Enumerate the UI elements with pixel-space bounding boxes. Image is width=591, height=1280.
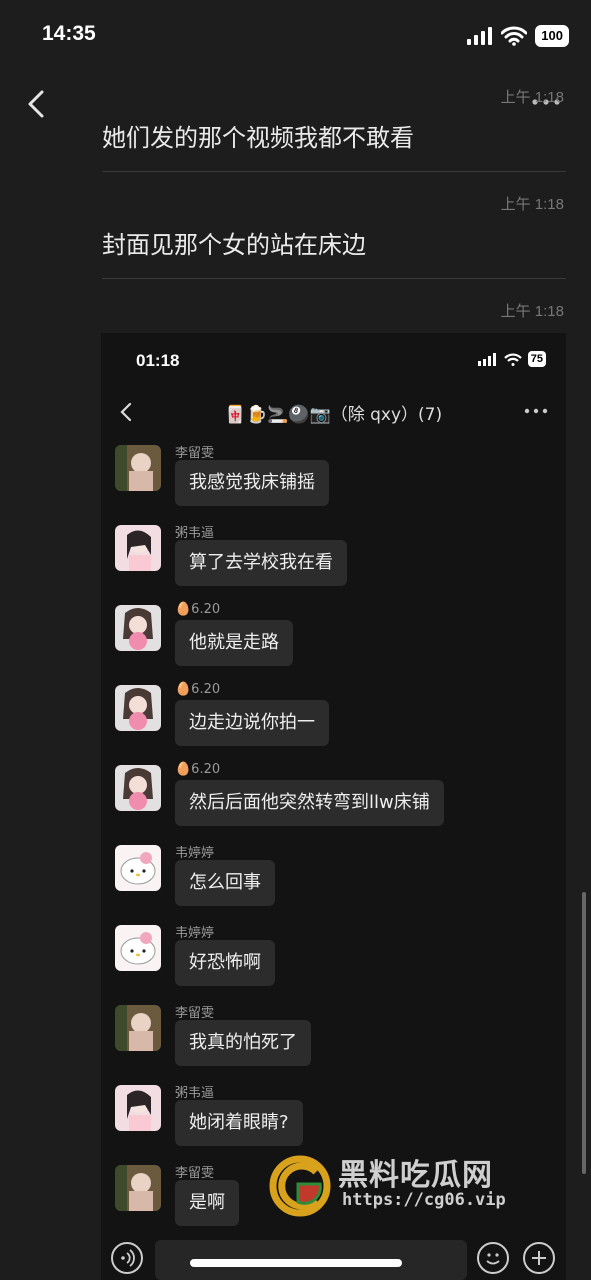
embedded-status-time: 01:18 (136, 351, 180, 370)
sender-name: 韦婷婷 (175, 926, 215, 941)
message-bubble[interactable]: 她闭着眼睛? (175, 1100, 303, 1146)
sender-name: 李留雯 (175, 1006, 215, 1021)
message-text[interactable]: 她们发的那个视频我都不敢看 (102, 118, 414, 153)
chat-message: 🥚6.20 他就是走路 (115, 602, 555, 675)
sender-name: 李留雯 (175, 1166, 215, 1181)
message-bubble[interactable]: 怎么回事 (175, 860, 275, 906)
plus-icon (523, 1242, 555, 1274)
avatar (115, 605, 161, 651)
sender-name: 粥韦逼 (175, 526, 215, 541)
chat-message: 韦婷婷 怎么回事 (115, 845, 555, 915)
watermark-title: 黑料吃瓜网 (338, 1158, 493, 1193)
emoji-icon (477, 1242, 509, 1274)
status-bar: 14:35 100 (0, 0, 591, 70)
avatar (115, 765, 161, 811)
message-timestamp: 上午 1:18 (500, 303, 564, 320)
wifi-icon (503, 353, 522, 366)
avatar (115, 1165, 161, 1211)
sender-name: 🥚6.20 (175, 682, 221, 697)
chat-message: 粥韦逼 她闭着眼睛? (115, 1085, 555, 1155)
avatar (115, 525, 161, 571)
watermark-url: https://cg06.vip (342, 1190, 506, 1210)
sender-name: 🥚6.20 (175, 762, 221, 777)
sender-name: 🥚6.20 (175, 602, 221, 617)
group-title: 🀄🍺🚬🎱📷（除 qxy）(7) (224, 405, 443, 425)
message-timestamp: 上午 1:18 (500, 89, 564, 106)
back-icon[interactable] (22, 86, 52, 122)
message-bubble[interactable]: 我真的怕死了 (175, 1020, 311, 1066)
battery-indicator: 75 (527, 351, 546, 367)
chat-message: 李留雯 我感觉我床铺摇 (115, 445, 555, 515)
chat-message: 粥韦逼 算了去学校我在看 (115, 525, 555, 595)
chat-message: 🥚6.20 边走边说你拍一 (115, 682, 555, 755)
avatar (115, 845, 161, 891)
scrollbar[interactable] (582, 892, 586, 1174)
embedded-screenshot[interactable]: 01:18 75 🀄🍺🚬🎱📷（除 qxy）(7) 李留雯 我感觉我床铺摇 粥韦逼… (101, 333, 566, 1280)
avatar (115, 685, 161, 731)
status-icons: 100 (467, 24, 569, 48)
message-bubble[interactable]: 然后后面他突然转弯到llw床铺 (175, 780, 444, 826)
message-bubble[interactable]: 他就是走路 (175, 620, 293, 666)
message-bubble[interactable]: 是啊 (175, 1180, 239, 1226)
more-icon (524, 408, 548, 414)
battery-indicator: 100 (535, 25, 569, 47)
embedded-chat-header: 🀄🍺🚬🎱📷（除 qxy）(7) (101, 391, 566, 435)
message-bubble[interactable]: 我感觉我床铺摇 (175, 460, 329, 506)
sender-name: 韦婷婷 (175, 846, 215, 861)
voice-icon (111, 1242, 143, 1274)
message-timestamp: 上午 1:18 (500, 196, 564, 213)
avatar (115, 925, 161, 971)
watermark: 黑料吃瓜网 https://cg06.vip (268, 1150, 568, 1220)
status-time: 14:35 (42, 22, 96, 45)
message-bubble[interactable]: 好恐怖啊 (175, 940, 275, 986)
message-text[interactable]: 封面见那个女的站在床边 (102, 225, 366, 260)
avatar (115, 1085, 161, 1131)
signal-icon (477, 352, 496, 366)
message-bubble[interactable]: 边走边说你拍一 (175, 700, 329, 746)
sender-name: 李留雯 (175, 446, 215, 461)
embedded-status-icons: 75 (477, 351, 546, 367)
avatar (115, 1005, 161, 1051)
wifi-icon (501, 26, 528, 46)
signal-icon (467, 27, 493, 45)
chat-message: 🥚6.20 然后后面他突然转弯到llw床铺 (115, 762, 555, 835)
home-indicator[interactable] (190, 1259, 402, 1267)
avatar (115, 445, 161, 491)
chat-message: 韦婷婷 好恐怖啊 (115, 925, 555, 995)
message-bubble[interactable]: 算了去学校我在看 (175, 540, 347, 586)
sender-name: 粥韦逼 (175, 1086, 215, 1101)
chat-message: 李留雯 我真的怕死了 (115, 1005, 555, 1075)
divider (102, 171, 566, 172)
watermark-logo-icon (269, 1155, 331, 1217)
divider (102, 278, 566, 279)
